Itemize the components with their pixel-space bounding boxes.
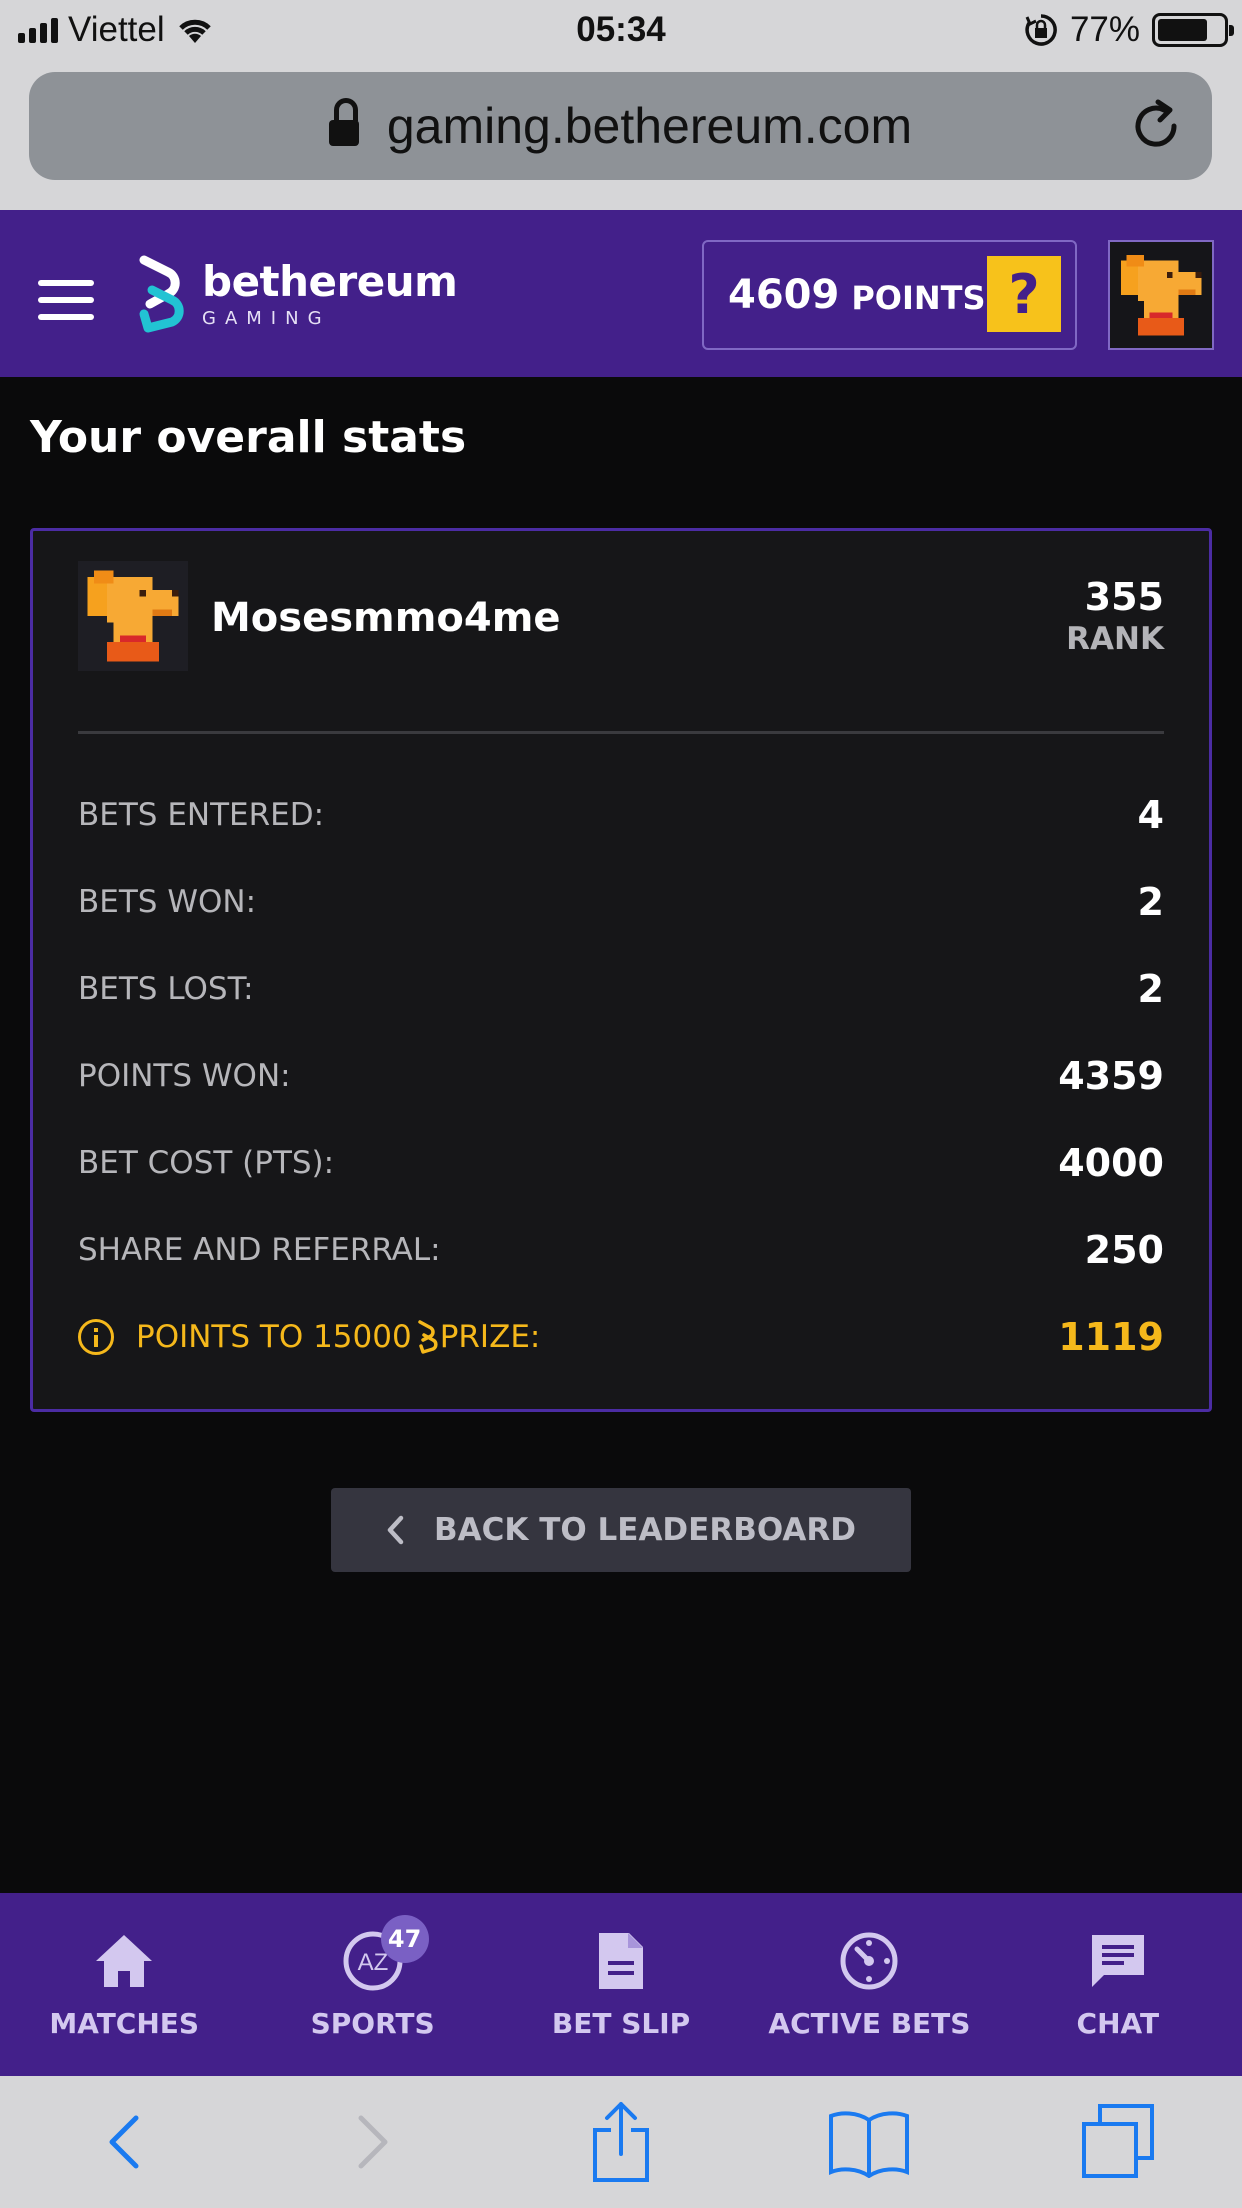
share-icon bbox=[593, 2102, 650, 2182]
nav-matches[interactable]: MATCHES bbox=[0, 1893, 248, 2076]
bottom-nav: MATCHES AZ 47 SPORTS BET SLIP ACTIVE BET… bbox=[0, 1893, 1242, 2076]
chevron-left-icon bbox=[387, 1515, 404, 1545]
dog-avatar-icon bbox=[1120, 254, 1202, 336]
chevron-right-icon bbox=[358, 2115, 388, 2169]
menu-icon[interactable] bbox=[38, 280, 94, 322]
lock-icon bbox=[328, 98, 359, 148]
rank-label: RANK bbox=[1066, 621, 1164, 657]
rank-value: 355 bbox=[1084, 575, 1164, 619]
stat-row-bets-won: BETS WON: 2 bbox=[78, 872, 1164, 932]
divider bbox=[78, 731, 1164, 734]
back-button-label: BACK TO LEADERBOARD bbox=[434, 1512, 856, 1548]
prize-label-end: PRIZE: bbox=[439, 1319, 541, 1355]
address-bar[interactable]: gaming.bethereum.com bbox=[29, 72, 1212, 180]
share-button[interactable] bbox=[497, 2076, 745, 2208]
stat-row-prize: POINTS TO 15000 PRIZE: 1119 bbox=[78, 1307, 1164, 1367]
profile-avatar bbox=[78, 561, 188, 671]
stat-row-bet-cost: BET COST (PTS): 4000 bbox=[78, 1133, 1164, 1193]
nav-sports[interactable]: AZ 47 SPORTS bbox=[248, 1893, 496, 2076]
nav-label: BET SLIP bbox=[551, 2007, 691, 2040]
bethereum-coin-icon bbox=[417, 1320, 438, 1354]
nav-chat[interactable]: CHAT bbox=[994, 1893, 1242, 2076]
tabs-icon bbox=[1081, 2104, 1154, 2178]
prize-value: 1119 bbox=[1058, 1315, 1164, 1359]
stat-label: BETS ENTERED: bbox=[78, 797, 325, 833]
logo-subtitle: GAMING bbox=[202, 307, 331, 329]
book-icon bbox=[829, 2111, 910, 2178]
browser-back-button[interactable] bbox=[0, 2076, 248, 2208]
stat-row-bets-entered: BETS ENTERED: 4 bbox=[78, 785, 1164, 845]
timer-icon bbox=[840, 1932, 898, 1990]
stat-row-points-won: POINTS WON: 4359 bbox=[78, 1046, 1164, 1106]
app-header: bethereum GAMING 4609 POINTS ? bbox=[0, 210, 1242, 377]
az-icon-text: AZ bbox=[357, 1949, 388, 1976]
nav-active-bets[interactable]: ACTIVE BETS bbox=[745, 1893, 993, 2076]
rotation-lock-icon bbox=[1025, 14, 1057, 46]
help-button[interactable]: ? bbox=[987, 256, 1061, 332]
tabs-button[interactable] bbox=[994, 2076, 1242, 2208]
stat-label: BETS WON: bbox=[78, 884, 257, 920]
prize-label-start: POINTS TO 15000 bbox=[136, 1319, 412, 1355]
stat-value: 4359 bbox=[1058, 1054, 1164, 1098]
stat-label: BET COST (PTS): bbox=[78, 1145, 335, 1181]
nav-label: ACTIVE BETS bbox=[768, 2007, 971, 2040]
home-icon bbox=[96, 1935, 153, 1987]
stats-card: Mosesmmo4me 355 RANK BETS ENTERED: 4 BET… bbox=[30, 528, 1212, 1412]
username: Mosesmmo4me bbox=[211, 595, 561, 641]
chat-icon bbox=[1091, 1935, 1144, 1987]
sports-count-badge: 47 bbox=[380, 1915, 429, 1963]
battery-percent: 77% bbox=[1069, 10, 1140, 49]
stat-label: BETS LOST: bbox=[78, 971, 254, 1007]
stat-row-share-referral: SHARE AND REFERRAL: 250 bbox=[78, 1220, 1164, 1280]
stat-label: SHARE AND REFERRAL: bbox=[78, 1232, 441, 1268]
points-display: 4609 POINTS ? bbox=[702, 240, 1077, 350]
battery-group: 77% bbox=[1024, 10, 1234, 50]
reload-icon[interactable] bbox=[1128, 98, 1184, 154]
dog-avatar-icon bbox=[87, 570, 179, 662]
points-value: 4609 bbox=[728, 272, 840, 318]
browser-forward-button[interactable] bbox=[248, 2076, 496, 2208]
browser-toolbar bbox=[0, 2076, 1242, 2208]
stat-value: 2 bbox=[1137, 967, 1164, 1011]
battery-icon bbox=[1152, 13, 1234, 47]
chevron-left-icon bbox=[109, 2115, 139, 2169]
back-to-leaderboard-button[interactable]: BACK TO LEADERBOARD bbox=[331, 1488, 911, 1572]
nav-label: SPORTS bbox=[310, 2007, 435, 2040]
stat-value: 2 bbox=[1137, 880, 1164, 924]
info-icon[interactable] bbox=[78, 1319, 114, 1355]
status-bar: Viettel 05:34 77% bbox=[0, 0, 1242, 62]
logo-mark-icon bbox=[139, 255, 184, 333]
stat-value: 4 bbox=[1137, 793, 1164, 837]
stat-label: POINTS WON: bbox=[78, 1058, 291, 1094]
nav-bet-slip[interactable]: BET SLIP bbox=[497, 1893, 745, 2076]
stat-value: 250 bbox=[1084, 1228, 1164, 1272]
url-text: gaming.bethereum.com bbox=[386, 98, 913, 154]
bethereum-logo[interactable]: bethereum GAMING bbox=[134, 254, 458, 334]
page-title: Your overall stats bbox=[30, 412, 467, 463]
bookmarks-button[interactable] bbox=[745, 2076, 993, 2208]
document-icon bbox=[599, 1933, 644, 1989]
stat-row-bets-lost: BETS LOST: 2 bbox=[78, 959, 1164, 1019]
nav-label: CHAT bbox=[1076, 2007, 1160, 2040]
points-label: POINTS bbox=[851, 279, 986, 317]
user-avatar-button[interactable] bbox=[1108, 240, 1214, 350]
nav-label: MATCHES bbox=[49, 2007, 200, 2040]
stat-value: 4000 bbox=[1058, 1141, 1164, 1185]
browser-address-area: gaming.bethereum.com bbox=[0, 62, 1242, 210]
logo-name: bethereum bbox=[202, 256, 458, 306]
